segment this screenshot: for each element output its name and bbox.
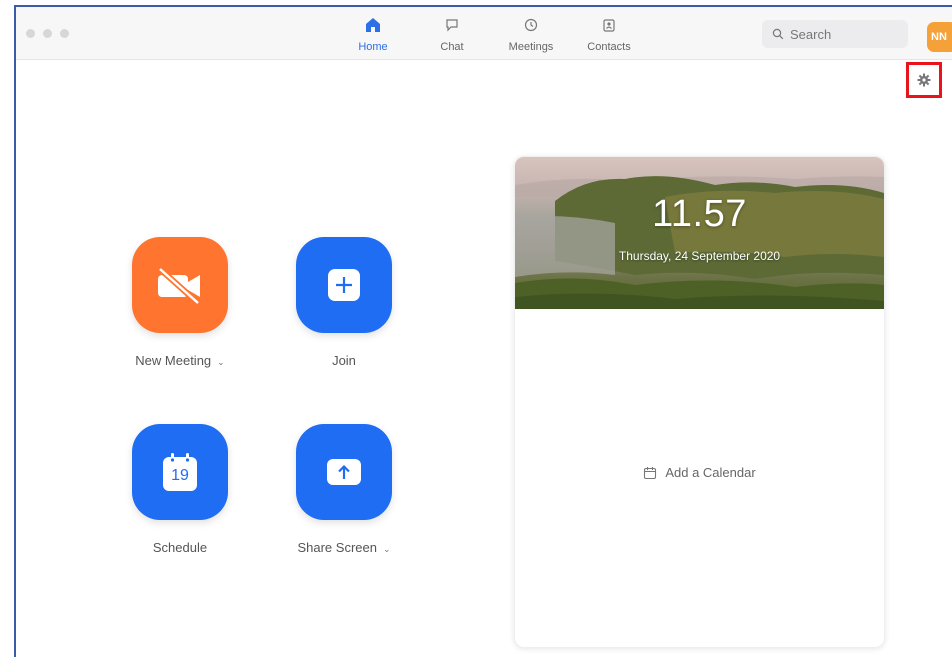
share-screen-action[interactable]: Share Screen ⌄ bbox=[296, 424, 392, 555]
close-window-button[interactable] bbox=[26, 29, 35, 38]
new-meeting-button[interactable] bbox=[132, 237, 228, 333]
title-bar: Home Chat Meetings Contacts Search NN bbox=[16, 7, 952, 60]
add-calendar-button[interactable]: Add a Calendar bbox=[515, 465, 884, 480]
chevron-down-icon[interactable]: ⌄ bbox=[383, 544, 391, 554]
calendar-card: 11.57 Thursday, 24 September 2020 Add a … bbox=[514, 156, 885, 648]
tab-contacts[interactable]: Contacts bbox=[579, 15, 639, 53]
new-meeting-label: New Meeting bbox=[135, 353, 212, 368]
settings-highlight[interactable] bbox=[906, 62, 942, 98]
share-screen-button[interactable] bbox=[296, 424, 392, 520]
tab-chat-label: Chat bbox=[440, 41, 464, 53]
tab-meetings[interactable]: Meetings bbox=[501, 15, 561, 53]
minimize-window-button[interactable] bbox=[43, 29, 52, 38]
tab-meetings-label: Meetings bbox=[508, 41, 554, 53]
chevron-down-icon[interactable]: ⌄ bbox=[217, 357, 225, 367]
current-time: 11.57 bbox=[652, 193, 747, 235]
plus-icon bbox=[328, 269, 360, 301]
join-button[interactable] bbox=[296, 237, 392, 333]
calendar-day: 19 bbox=[171, 467, 189, 484]
gear-icon[interactable] bbox=[917, 73, 931, 87]
current-date: Thursday, 24 September 2020 bbox=[618, 249, 781, 263]
tab-home-label: Home bbox=[358, 41, 388, 53]
contacts-icon bbox=[603, 19, 615, 32]
schedule-button[interactable]: 19 bbox=[132, 424, 228, 520]
join-action[interactable]: Join bbox=[296, 237, 392, 368]
share-screen-label-row[interactable]: Share Screen ⌄ bbox=[296, 540, 392, 555]
lake-landscape-image: 11.57 Thursday, 24 September 2020 bbox=[515, 157, 884, 309]
clock-icon bbox=[524, 18, 538, 32]
share-screen-label: Share Screen bbox=[297, 540, 377, 555]
share-screen-icon bbox=[327, 459, 361, 485]
video-off-icon bbox=[157, 266, 201, 305]
chat-icon bbox=[446, 19, 458, 32]
calendar-icon bbox=[644, 466, 657, 479]
home-icon bbox=[366, 18, 380, 32]
schedule-action[interactable]: 19 Schedule bbox=[132, 424, 228, 555]
zoom-window-button[interactable] bbox=[60, 29, 69, 38]
tab-chat[interactable]: Chat bbox=[422, 15, 482, 53]
add-calendar-label: Add a Calendar bbox=[665, 465, 756, 480]
search-box[interactable]: Search bbox=[762, 20, 908, 48]
search-placeholder: Search bbox=[790, 26, 832, 42]
join-label: Join bbox=[332, 353, 356, 368]
tab-home[interactable]: Home bbox=[343, 15, 403, 53]
new-meeting-action[interactable]: New Meeting ⌄ bbox=[132, 237, 228, 368]
tab-contacts-label: Contacts bbox=[587, 41, 631, 53]
avatar[interactable]: NN bbox=[927, 22, 952, 52]
zoom-app-window: Home Chat Meetings Contacts Search NN Ne… bbox=[14, 5, 952, 657]
new-meeting-label-row[interactable]: New Meeting ⌄ bbox=[132, 353, 228, 368]
search-icon bbox=[772, 28, 784, 40]
schedule-label: Schedule bbox=[152, 540, 208, 555]
